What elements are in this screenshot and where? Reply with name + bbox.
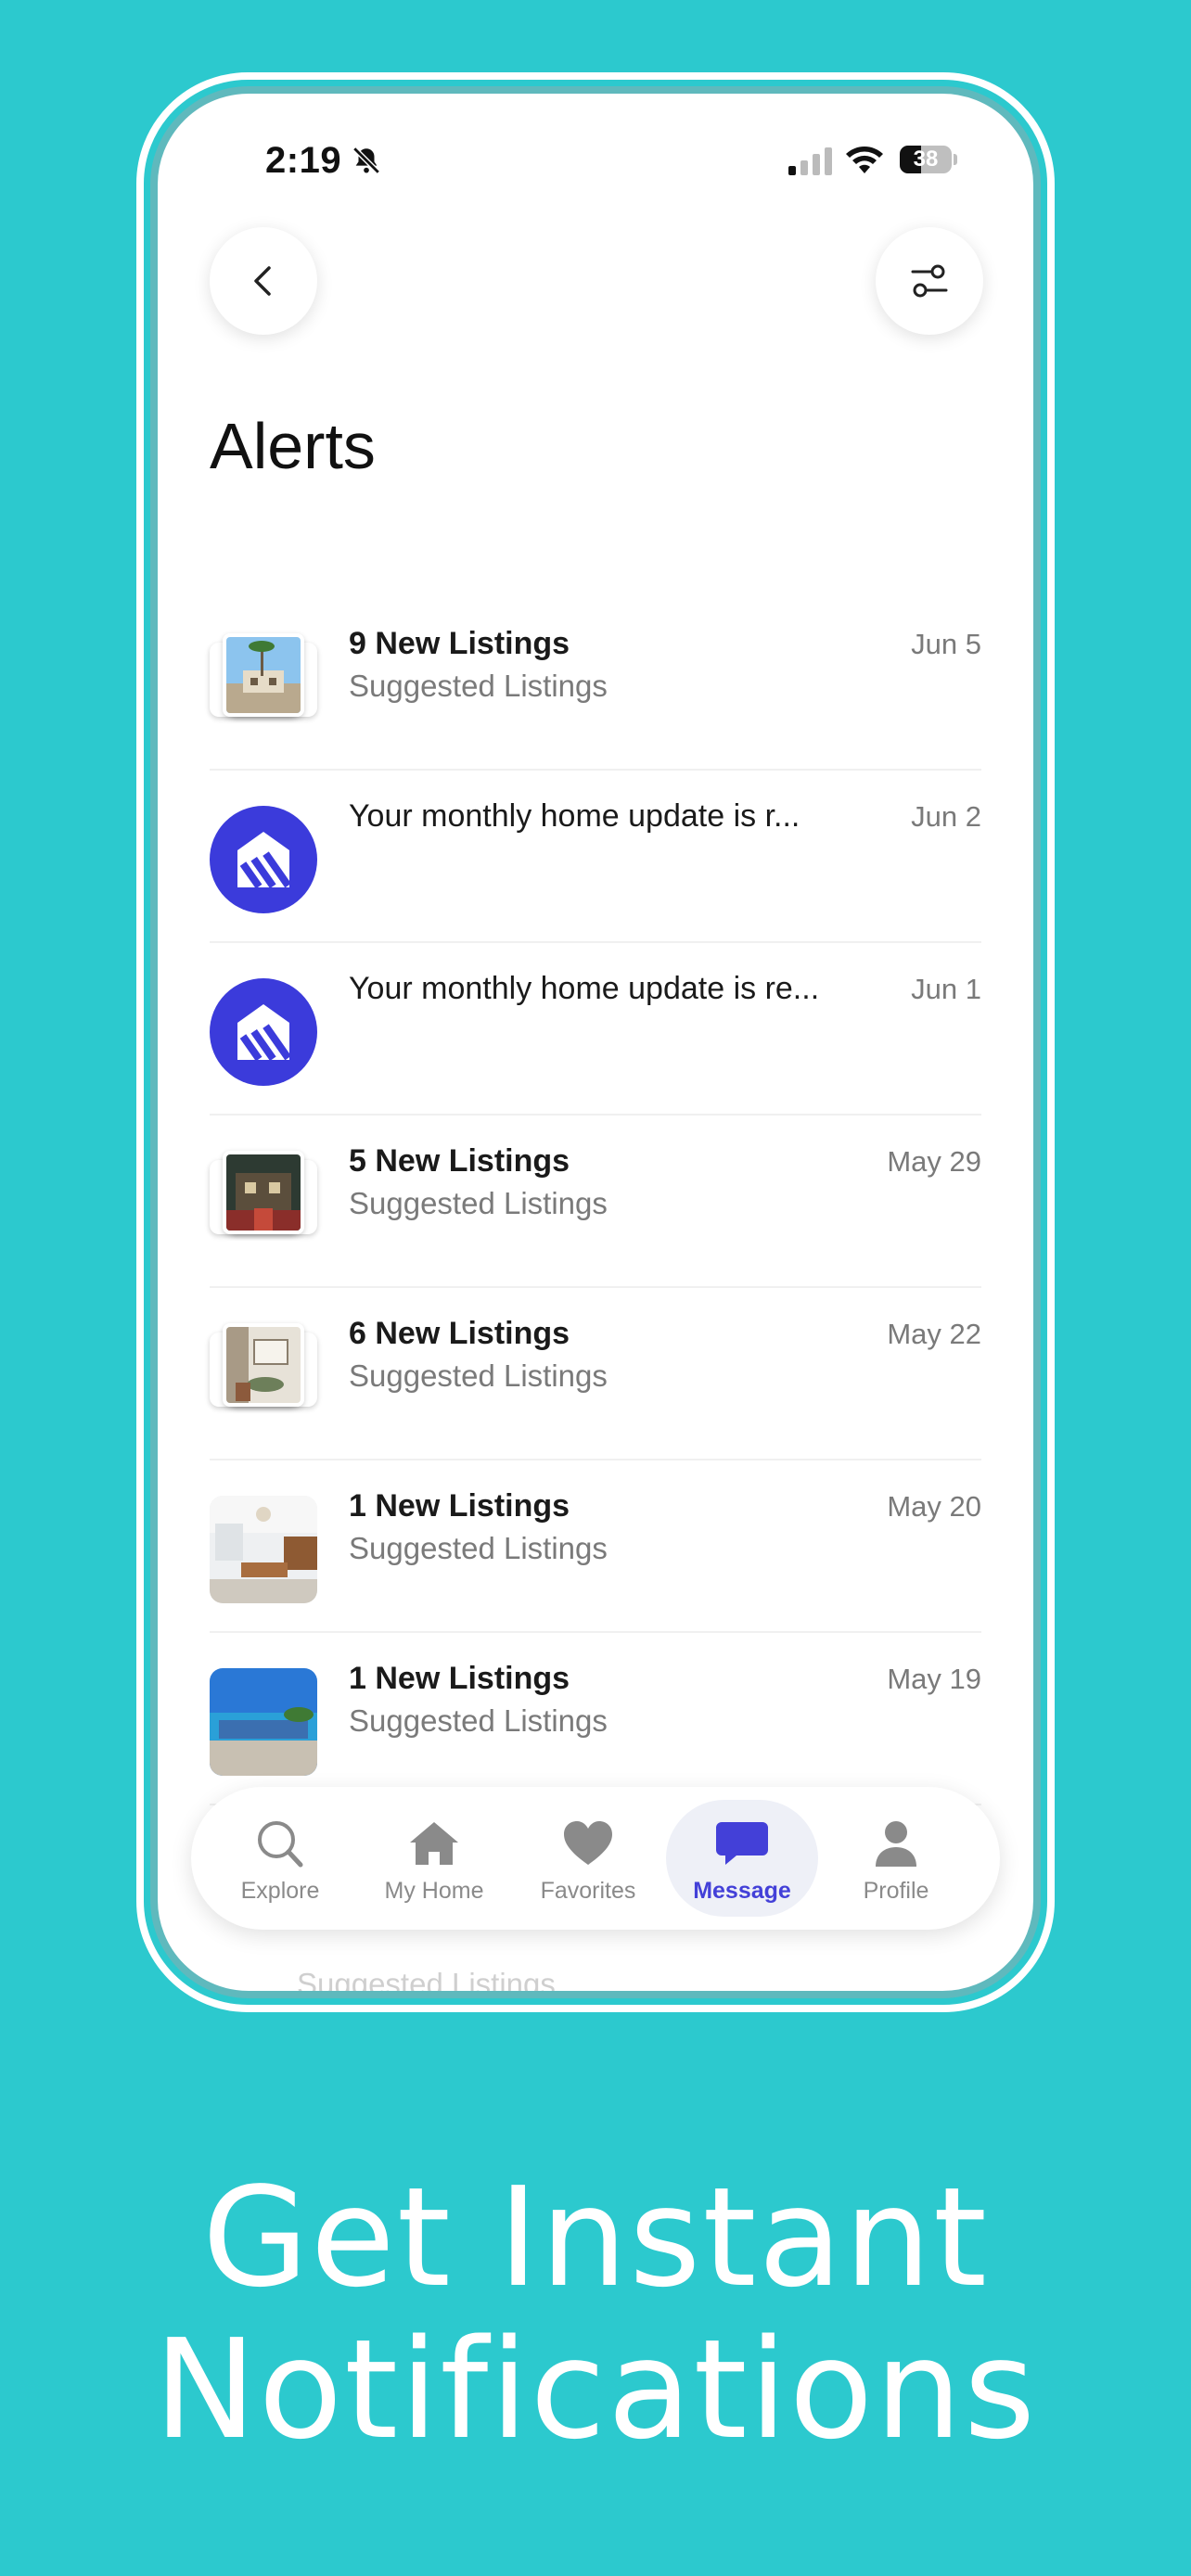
bell-off-icon	[352, 147, 380, 174]
status-time: 2:19	[265, 140, 342, 181]
alert-subtitle: Suggested Listings	[349, 1703, 608, 1738]
brand-logo-icon	[210, 806, 317, 913]
alert-date: May 19	[887, 1663, 981, 1695]
tab-my-home[interactable]: My Home	[358, 1800, 510, 1917]
tab-explore[interactable]: Explore	[204, 1800, 356, 1917]
alert-row[interactable]: Your monthly home update is r... Jun 2	[210, 771, 981, 943]
alert-row[interactable]: 9 New Listings Suggested Listings Jun 5	[210, 598, 981, 771]
alert-row[interactable]: 1 New Listings Suggested Listings May 20	[210, 1460, 981, 1633]
alert-row[interactable]: 1 New Listings Suggested Listings May 19	[210, 1633, 981, 1805]
alert-date: Jun 1	[911, 973, 981, 1005]
alert-row[interactable]: Your monthly home update is re... Jun 1	[210, 943, 981, 1116]
alert-subtitle: Suggested Listings	[349, 1358, 608, 1393]
alert-subtitle: Suggested Listings	[349, 1186, 608, 1220]
tab-label: Message	[693, 1878, 791, 1904]
listing-thumbnail	[210, 1496, 317, 1603]
tab-favorites[interactable]: Favorites	[512, 1800, 664, 1917]
tab-label: Explore	[240, 1878, 320, 1904]
tab-label: My Home	[384, 1878, 484, 1904]
battery-level: 38	[913, 147, 939, 172]
alert-row[interactable]: 6 New Listings Suggested Listings May 22	[210, 1288, 981, 1460]
filter-button[interactable]	[876, 227, 983, 335]
phone-screen: 2:19 38 Alerts 9 New Listings Suggested …	[150, 86, 1041, 1998]
wifi-icon	[846, 147, 883, 173]
message-icon	[716, 1822, 768, 1865]
back-button[interactable]	[210, 227, 317, 335]
tagline-line-2: Notifications	[153, 2310, 1038, 2469]
alert-title: 6 New Listings	[349, 1316, 570, 1351]
alert-title: Your monthly home update is r...	[349, 798, 800, 834]
alert-subtitle: Suggested Listings	[349, 1531, 608, 1565]
chevron-left-icon	[254, 266, 271, 296]
sliders-icon	[911, 264, 948, 298]
alert-date: May 29	[887, 1145, 981, 1178]
tab-label: Favorites	[540, 1878, 636, 1904]
faded-list-text: Suggested Listings	[297, 1967, 556, 1991]
bottom-nav: Explore My Home Favorites Message Profil…	[191, 1787, 1000, 1930]
battery-tip	[954, 154, 957, 165]
page-title: Alerts	[210, 410, 376, 482]
alert-date: May 22	[887, 1318, 981, 1350]
brand-logo-icon	[210, 978, 317, 1086]
alert-date: May 20	[887, 1490, 981, 1523]
person-icon	[876, 1821, 916, 1867]
tagline-line-1: Get Instant	[202, 2158, 989, 2317]
alert-title: Your monthly home update is re...	[349, 971, 820, 1006]
heart-icon	[564, 1821, 612, 1865]
alert-row[interactable]: 5 New Listings Suggested Listings May 29	[210, 1116, 981, 1288]
tab-profile[interactable]: Profile	[820, 1800, 972, 1917]
alert-date: Jun 2	[911, 800, 981, 833]
tab-label: Profile	[863, 1878, 929, 1904]
listing-thumbnail	[210, 633, 317, 741]
listing-thumbnail	[210, 1323, 317, 1431]
signal-icon	[788, 147, 832, 175]
alert-subtitle: Suggested Listings	[349, 669, 608, 703]
alert-title: 5 New Listings	[349, 1143, 570, 1179]
tab-message[interactable]: Message	[666, 1800, 818, 1917]
alert-title: 1 New Listings	[349, 1488, 570, 1524]
alert-title: 9 New Listings	[349, 626, 570, 661]
alert-title: 1 New Listings	[349, 1661, 570, 1696]
listing-thumbnail	[210, 1668, 317, 1776]
battery-icon: 38	[900, 146, 952, 173]
listing-thumbnail	[210, 1151, 317, 1258]
alert-date: Jun 5	[911, 628, 981, 660]
search-icon	[258, 1821, 303, 1868]
alerts-list: 9 New Listings Suggested Listings Jun 5 …	[210, 598, 981, 1805]
home-icon	[410, 1822, 458, 1865]
